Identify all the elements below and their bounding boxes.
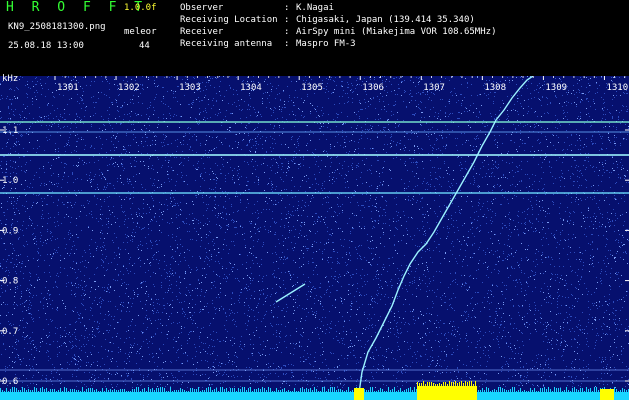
y-axis-unit: kHz [2, 74, 19, 84]
noise-burst-small [600, 389, 614, 400]
y-tick-label: 0.8 [2, 277, 18, 287]
image-filename: KN9_2508181300.png [8, 22, 106, 32]
observation-datetime: 25.08.18 13:00 [8, 41, 84, 51]
app-version: 1.0.0f [124, 3, 157, 13]
observer-tag: meleor [124, 27, 157, 37]
antenna-value: Maspro FM-3 [296, 39, 356, 49]
detection-count: 44 [139, 41, 150, 51]
x-tick-label: 1306 [362, 83, 384, 93]
receiver-value: AirSpy mini (Miakejima VOR 108.65MHz) [296, 27, 497, 37]
x-tick-label: 1307 [423, 83, 445, 93]
y-tick-label: 0.6 [2, 377, 18, 387]
x-tick-label: 1303 [179, 83, 201, 93]
observer-label: Observer [180, 3, 224, 13]
noise-floor [0, 392, 629, 400]
header-panel: H R O F F T 1.0.0f KN9_2508181300.png me… [0, 0, 629, 76]
y-tick-label: 1.1 [2, 126, 18, 136]
x-tick-label: 1308 [484, 83, 506, 93]
x-tick-label: 1305 [301, 83, 323, 93]
x-tick-label: 1301 [57, 83, 79, 93]
noise-burst [417, 386, 477, 400]
y-tick-label: 0.7 [2, 327, 18, 337]
x-tick-label: 1304 [240, 83, 262, 93]
noise-burst-small [354, 388, 364, 400]
x-tick-label: 1302 [118, 83, 140, 93]
x-tick-label: 1309 [545, 83, 567, 93]
location-label: Receiving Location [180, 15, 278, 25]
location-value: Chigasaki, Japan (139.414 35.340) [296, 15, 475, 25]
colon: : [284, 27, 290, 37]
x-tick-label: 1310 [606, 83, 628, 93]
colon: : [284, 15, 290, 25]
antenna-label: Receiving antenna [180, 39, 273, 49]
spectrogram: 1301 1302 1303 1304 1305 1306 1307 1308 1309 1310… [0, 76, 629, 400]
colon: : [284, 39, 290, 49]
y-tick-label: 1.0 [2, 176, 18, 186]
colon: : [284, 3, 290, 13]
receiver-label: Receiver [180, 27, 224, 37]
observer-value: K.Nagai [296, 3, 334, 13]
y-tick-label: 0.9 [2, 226, 18, 236]
